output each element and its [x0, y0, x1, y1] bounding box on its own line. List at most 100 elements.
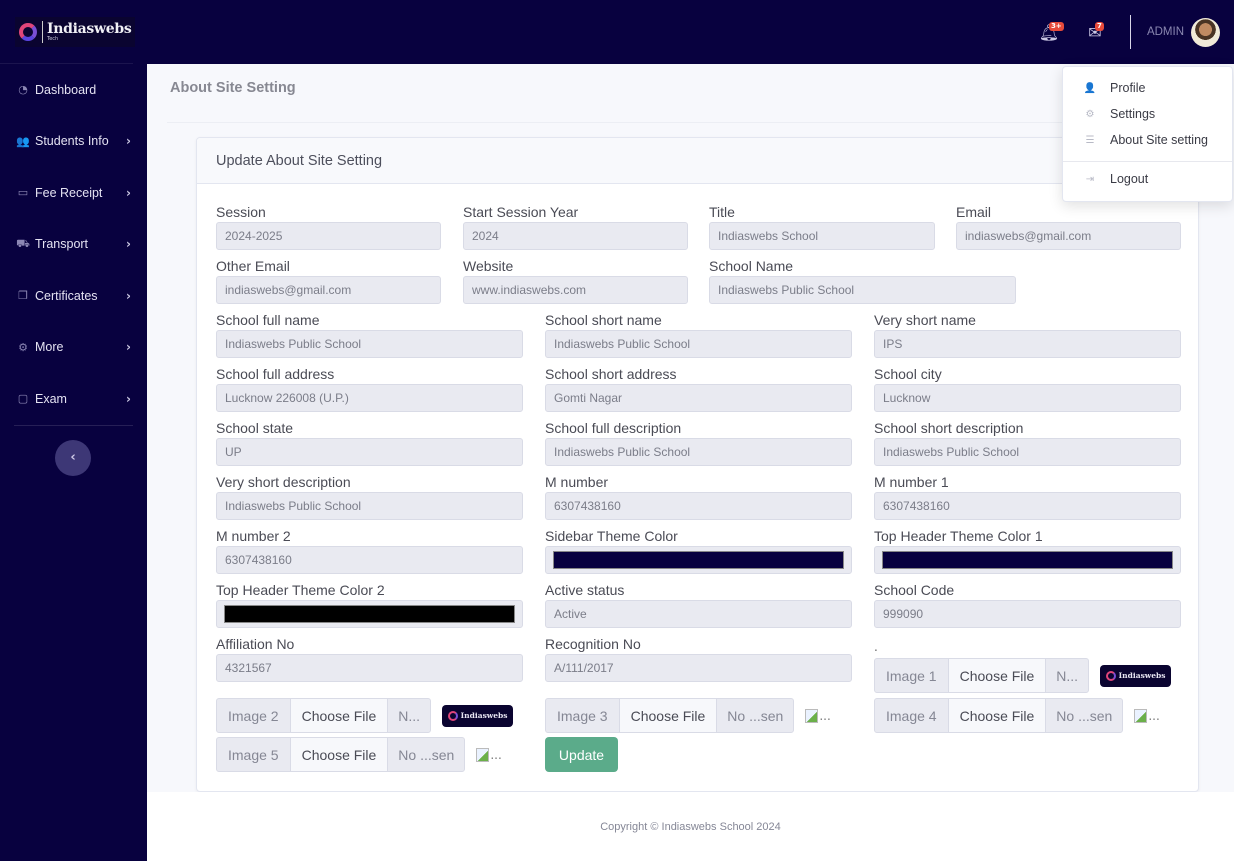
active-status-input[interactable]: Active [545, 600, 852, 628]
session-input[interactable]: 2024-2025 [216, 222, 441, 250]
file-label: Image 1 [874, 658, 949, 693]
user-name[interactable]: ADMIN [1147, 26, 1184, 38]
sidebar-divider [14, 424, 133, 426]
field-label: M number [545, 474, 609, 490]
image-5-upload: Image 5 Choose File No ...sen ... [216, 737, 502, 772]
sidebar-item-label: Dashboard [35, 82, 97, 97]
school-short-name-input[interactable]: Indiaswebs Public School [545, 330, 852, 358]
field-label: Active status [545, 582, 625, 598]
field-label: School city [874, 366, 942, 382]
image-1-label: . [874, 640, 878, 654]
sidebar-item-more[interactable]: ⚙ More › [0, 322, 147, 374]
alerts-button[interactable]: 🔔︎ 3+ [1026, 0, 1072, 64]
school-code-input[interactable]: 999090 [874, 600, 1181, 628]
top-header-theme-color-1-field: Top Header Theme Color 1 [874, 526, 1181, 574]
logo-ring-icon [1105, 670, 1116, 681]
brand-logo[interactable]: Indiaswebs Tech [0, 0, 136, 64]
start-session-year-field: Start Session Year 2024 [463, 202, 688, 250]
logo-text: Indiaswebs [1118, 671, 1166, 680]
school-state-input[interactable]: UP [216, 438, 523, 466]
sidebar-item-transport[interactable]: ⛟ Transport › [0, 219, 147, 271]
recognition-no-input[interactable]: A/111/2017 [545, 654, 852, 682]
menu-item-logout[interactable]: ⇥ Logout [1063, 166, 1232, 192]
start-session-year-input[interactable]: 2024 [463, 222, 688, 250]
update-button[interactable]: Update [545, 737, 618, 772]
school-full-name-field: School full name Indiaswebs Public Schoo… [216, 310, 523, 358]
choose-file-button[interactable]: Choose File [619, 698, 717, 733]
sidebar-item-students-info[interactable]: 👥 Students Info › [0, 116, 147, 168]
sidebar-item-label: Transport [35, 237, 89, 252]
field-label: Top Header Theme Color 1 [874, 528, 1043, 544]
chevron-right-icon: › [126, 134, 131, 149]
copy-icon: ❐ [18, 289, 28, 303]
file-name: N... [387, 698, 432, 733]
affiliation-no-input[interactable]: 4321567 [216, 654, 523, 682]
field-label: Email [956, 204, 992, 220]
menu-item-label: Logout [1110, 172, 1149, 186]
email-input[interactable]: indiaswebs@gmail.com [956, 222, 1181, 250]
school-full-description-input[interactable]: Indiaswebs Public School [545, 438, 852, 466]
logo-thumbnail: Indiaswebs [1100, 664, 1172, 687]
title-input[interactable]: Indiaswebs School [709, 222, 935, 250]
sidebar-item-label: More [35, 340, 64, 355]
logo-divider [42, 20, 43, 43]
brand-name: Indiaswebs [47, 20, 132, 37]
messages-button[interactable]: ✉ 7 [1072, 0, 1118, 64]
field-label: Session [216, 204, 266, 220]
image-4-preview: ... [1134, 708, 1160, 723]
school-short-address-input[interactable]: Gomti Nagar [545, 384, 852, 412]
m-number-1-input[interactable]: 6307438160 [874, 492, 1181, 520]
active-status-field: Active status Active [545, 580, 852, 628]
file-label: Image 3 [545, 698, 620, 733]
school-city-input[interactable]: Lucknow [874, 384, 1181, 412]
top-header-theme-color-1-picker[interactable] [874, 546, 1181, 574]
other-email-input[interactable]: indiaswebs@gmail.com [216, 276, 441, 304]
sidebar-theme-color-field: Sidebar Theme Color [545, 526, 852, 574]
field-label: Top Header Theme Color 2 [216, 582, 385, 598]
field-label: Very short description [216, 474, 351, 490]
avatar[interactable] [1191, 17, 1220, 47]
image-1-preview: Indiaswebs [1100, 664, 1172, 687]
choose-file-button[interactable]: Choose File [290, 737, 388, 772]
title-field: Title Indiaswebs School [709, 202, 935, 250]
broken-image-icon [1134, 708, 1148, 723]
sidebar-toggle-button[interactable]: ‹ [55, 439, 91, 476]
sidebar-item-fee-receipt[interactable]: ▭ Fee Receipt › [0, 167, 147, 219]
very-short-name-input[interactable]: IPS [874, 330, 1181, 358]
sidebar-theme-color-picker[interactable] [545, 546, 852, 574]
image-2-preview: Indiaswebs [442, 704, 514, 727]
menu-item-settings[interactable]: ⚙ Settings [1063, 101, 1232, 127]
sidebar-item-dashboard[interactable]: ◔ Dashboard [0, 64, 147, 116]
choose-file-button[interactable]: Choose File [290, 698, 388, 733]
choose-file-button[interactable]: Choose File [948, 698, 1046, 733]
menu-item-profile[interactable]: 👤 Profile [1063, 75, 1232, 101]
top-header-theme-color-2-field: Top Header Theme Color 2 [216, 580, 523, 628]
top-header-theme-color-2-picker[interactable] [216, 600, 523, 628]
cogs-icon: ⚙ [1085, 108, 1095, 120]
very-short-description-input[interactable]: Indiaswebs Public School [216, 492, 523, 520]
menu-item-about-site-setting[interactable]: ☰ About Site setting [1063, 127, 1232, 153]
school-name-field: School Name Indiaswebs Public School [709, 256, 1016, 304]
broken-image-icon [476, 747, 490, 762]
field-label: School full name [216, 312, 320, 328]
sidebar: Indiaswebs Tech ◔ Dashboard 👥 Students I… [0, 0, 147, 861]
sidebar-item-label: Exam [35, 391, 67, 406]
school-name-input[interactable]: Indiaswebs Public School [709, 276, 1016, 304]
school-full-name-input[interactable]: Indiaswebs Public School [216, 330, 523, 358]
choose-file-button[interactable]: Choose File [948, 658, 1046, 693]
m-number-2-input[interactable]: 6307438160 [216, 546, 523, 574]
field-label: Title [709, 204, 735, 220]
school-short-description-input[interactable]: Indiaswebs Public School [874, 438, 1181, 466]
user-dropdown-menu: 👤 Profile ⚙ Settings ☰ About Site settin… [1062, 66, 1233, 202]
school-state-field: School state UP [216, 418, 523, 466]
broken-image-icon [805, 708, 819, 723]
sidebar-item-exam[interactable]: ▢ Exam › [0, 373, 147, 425]
very-short-description-field: Very short description Indiaswebs Public… [216, 472, 523, 520]
school-full-address-input[interactable]: Lucknow 226008 (U.P.) [216, 384, 523, 412]
user-icon: 👤 [1083, 82, 1097, 94]
website-input[interactable]: www.indiaswebs.com [463, 276, 688, 304]
m-number-input[interactable]: 6307438160 [545, 492, 852, 520]
title-divider [167, 122, 1214, 123]
color-swatch [553, 551, 844, 569]
sidebar-item-certificates[interactable]: ❐ Certificates › [0, 270, 147, 322]
